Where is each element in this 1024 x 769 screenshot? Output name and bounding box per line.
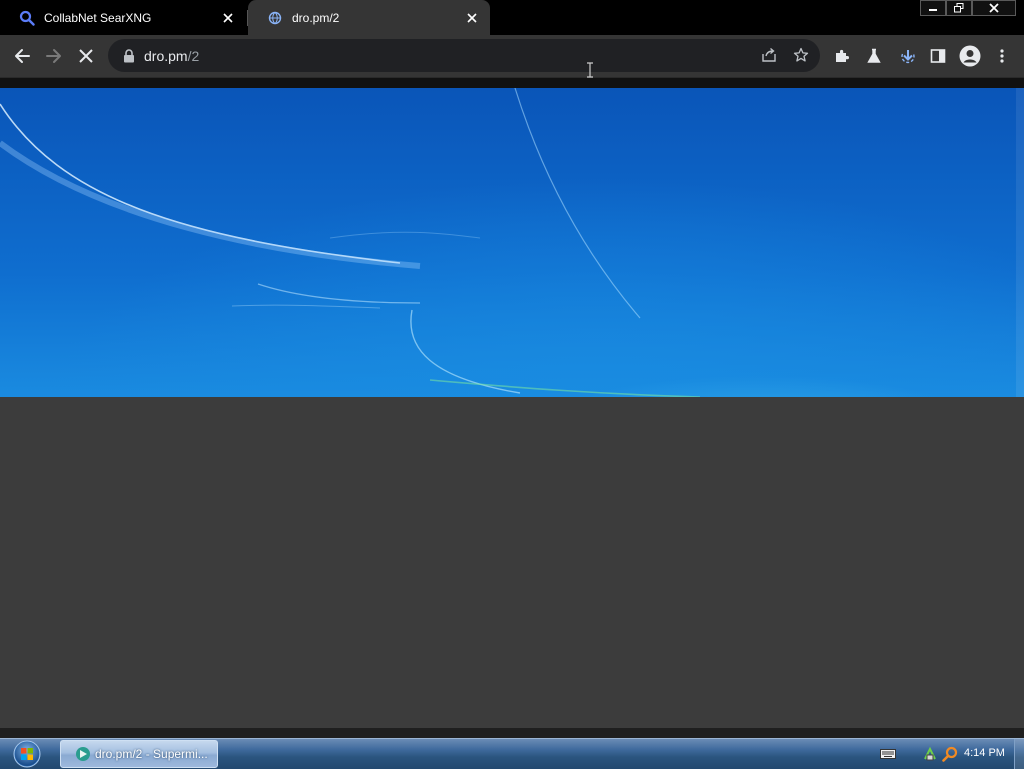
start-button[interactable] — [8, 739, 46, 769]
page-banner-image — [0, 88, 1024, 397]
tab-title: dro.pm/2 — [292, 10, 340, 25]
labs-flask-icon[interactable] — [862, 44, 886, 68]
tab-strip: CollabNet SearXNG dro.pm/2 — [0, 0, 1024, 35]
network-icon[interactable] — [922, 746, 938, 762]
extensions-puzzle-icon[interactable] — [830, 44, 854, 68]
profile-icon[interactable] — [958, 44, 982, 68]
search-icon — [18, 9, 36, 27]
windows-taskbar: dro.pm/2 - Supermi... 4:14 PM — [0, 738, 1024, 769]
close-tab-icon[interactable] — [464, 10, 480, 26]
lock-icon[interactable] — [122, 48, 136, 63]
page-body — [0, 397, 1024, 728]
close-window-button[interactable] — [972, 0, 1016, 16]
toolbar-divider — [0, 78, 1024, 88]
tab-collabnet-searxng[interactable]: CollabNet SearXNG — [0, 0, 246, 35]
url-path: /2 — [187, 47, 200, 64]
url-host: dro.pm — [144, 47, 188, 64]
menu-icon[interactable] — [990, 44, 1014, 68]
address-bar[interactable]: dro.pm/2 — [108, 39, 820, 72]
tab-title: CollabNet SearXNG — [44, 10, 152, 25]
browser-app-icon — [75, 746, 91, 762]
side-panel-icon[interactable] — [926, 44, 950, 68]
text-cursor-icon — [585, 62, 595, 83]
forward-arrow-icon[interactable] — [42, 44, 66, 68]
close-tab-icon[interactable] — [220, 10, 236, 26]
taskbar-window-label: dro.pm/2 - Supermi... — [95, 747, 208, 761]
window-controls — [920, 0, 1016, 17]
show-desktop-button[interactable] — [1014, 739, 1024, 769]
minimize-button[interactable] — [920, 0, 946, 16]
back-arrow-icon[interactable] — [10, 44, 34, 68]
download-icon[interactable] — [896, 44, 920, 68]
tab-dro-pm[interactable]: dro.pm/2 — [248, 0, 490, 35]
share-icon[interactable] — [758, 44, 780, 66]
url-text[interactable]: dro.pm/2 — [144, 48, 199, 64]
taskbar-clock[interactable]: 4:14 PM — [964, 747, 1005, 759]
keyboard-icon[interactable] — [880, 746, 896, 762]
taskbar-window-button[interactable]: dro.pm/2 - Supermi... — [60, 740, 218, 768]
search-tray-icon[interactable] — [942, 746, 958, 762]
window-bottom-border — [0, 728, 1024, 738]
bookmark-star-icon[interactable] — [790, 44, 812, 66]
restore-button[interactable] — [946, 0, 972, 16]
globe-loading-icon — [266, 9, 284, 27]
stop-loading-icon[interactable] — [74, 44, 98, 68]
